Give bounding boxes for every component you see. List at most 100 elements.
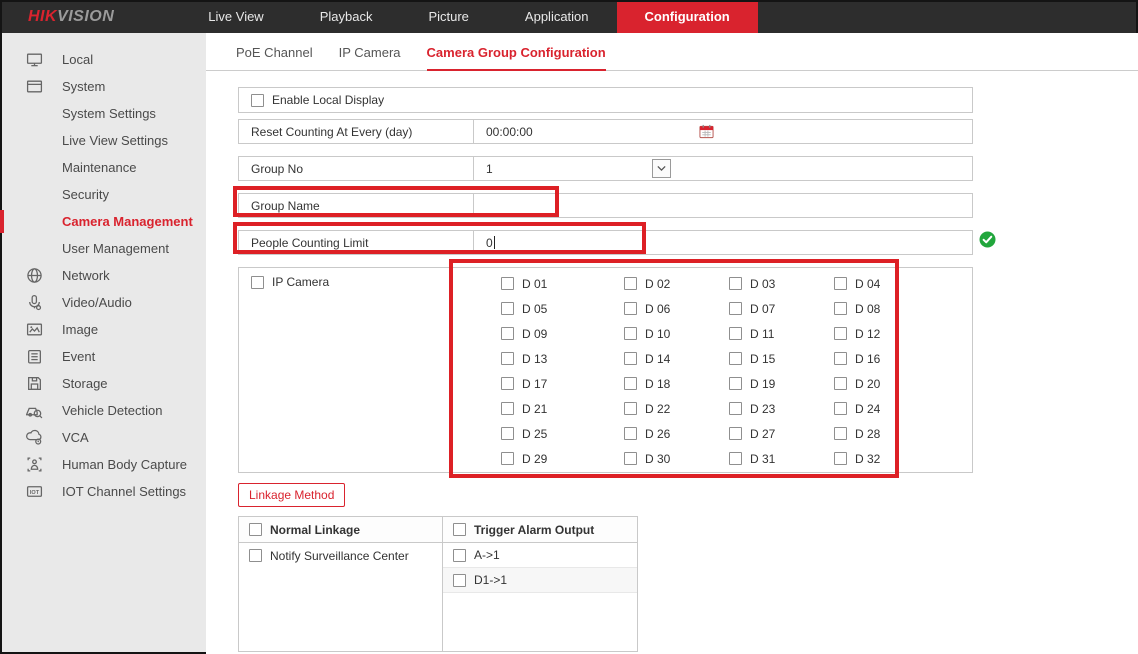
channel-checkbox-d-24[interactable] xyxy=(834,402,847,415)
sidebar-item-user-management[interactable]: User Management xyxy=(0,235,206,262)
channel-checkbox-d-16[interactable] xyxy=(834,352,847,365)
sidebar-item-iot-channel-settings[interactable]: IOTIOT Channel Settings xyxy=(0,478,206,505)
channel-label: D 04 xyxy=(855,277,880,291)
channel-checkbox-d-31[interactable] xyxy=(729,452,742,465)
nav-item-picture[interactable]: Picture xyxy=(400,0,496,33)
group-name-input[interactable] xyxy=(474,194,972,217)
channel-item-d-26: D 26 xyxy=(624,421,729,446)
channel-item-d-06: D 06 xyxy=(624,296,729,321)
channel-checkbox-d-19[interactable] xyxy=(729,377,742,390)
ip-camera-checkbox[interactable] xyxy=(251,276,264,289)
sidebar-item-camera-management[interactable]: Camera Management xyxy=(0,208,206,235)
channel-item-d-21: D 21 xyxy=(501,396,624,421)
sidebar-item-system[interactable]: System xyxy=(0,73,206,100)
sidebar-item-live-view-settings[interactable]: Live View Settings xyxy=(0,127,206,154)
sidebar-item-security[interactable]: Security xyxy=(0,181,206,208)
alarm-output-checkbox-d1-1[interactable] xyxy=(453,574,466,587)
image-icon xyxy=(26,321,43,338)
channel-label: D 24 xyxy=(855,402,880,416)
content: Enable Local Display Reset Counting At E… xyxy=(206,71,1138,652)
sidebar-item-event[interactable]: Event xyxy=(0,343,206,370)
alarm-output-checkbox-a-1[interactable] xyxy=(453,549,466,562)
channel-item-d-01: D 01 xyxy=(501,271,624,296)
channel-checkbox-d-26[interactable] xyxy=(624,427,637,440)
channel-checkbox-d-25[interactable] xyxy=(501,427,514,440)
notify-surveillance-center-checkbox[interactable] xyxy=(249,549,262,562)
normal-linkage-checkbox[interactable] xyxy=(249,523,262,536)
channel-checkbox-d-13[interactable] xyxy=(501,352,514,365)
channel-label: D 30 xyxy=(645,452,670,466)
channel-checkbox-d-22[interactable] xyxy=(624,402,637,415)
sidebar-item-label: Video/Audio xyxy=(62,295,132,310)
linkage-method-button[interactable]: Linkage Method xyxy=(238,483,345,507)
sidebar-item-local[interactable]: Local xyxy=(0,46,206,73)
channel-checkbox-d-17[interactable] xyxy=(501,377,514,390)
channel-label: D 22 xyxy=(645,402,670,416)
channel-checkbox-d-08[interactable] xyxy=(834,302,847,315)
channel-checkbox-d-32[interactable] xyxy=(834,452,847,465)
reset-counting-value[interactable]: 00:00:00 xyxy=(486,125,533,139)
channel-checkbox-d-29[interactable] xyxy=(501,452,514,465)
tab-bar: PoE Channel IP Camera Camera Group Configu… xyxy=(206,33,1138,71)
channel-checkbox-d-02[interactable] xyxy=(624,277,637,290)
enable-local-display-checkbox[interactable] xyxy=(251,94,264,107)
alarm-output-row-a-1: A->1 xyxy=(443,543,637,568)
sidebar-item-image[interactable]: Image xyxy=(0,316,206,343)
sidebar-item-video-audio[interactable]: Video/Audio xyxy=(0,289,206,316)
trigger-alarm-output-checkbox[interactable] xyxy=(453,523,466,536)
sidebar-item-vehicle-detection[interactable]: Vehicle Detection xyxy=(0,397,206,424)
channel-item-d-27: D 27 xyxy=(729,421,834,446)
channel-item-d-19: D 19 xyxy=(729,371,834,396)
nav-item-application[interactable]: Application xyxy=(497,0,617,33)
channel-item-d-09: D 09 xyxy=(501,321,624,346)
channel-checkbox-d-15[interactable] xyxy=(729,352,742,365)
channel-checkbox-d-18[interactable] xyxy=(624,377,637,390)
sidebar-item-maintenance[interactable]: Maintenance xyxy=(0,154,206,181)
channel-checkbox-d-30[interactable] xyxy=(624,452,637,465)
sidebar-item-vca[interactable]: VCA xyxy=(0,424,206,451)
channel-checkbox-d-05[interactable] xyxy=(501,302,514,315)
sidebar-item-storage[interactable]: Storage xyxy=(0,370,206,397)
channel-label: D 31 xyxy=(750,452,775,466)
channel-checkbox-d-01[interactable] xyxy=(501,277,514,290)
chevron-down-icon[interactable] xyxy=(652,159,671,178)
channel-checkbox-d-06[interactable] xyxy=(624,302,637,315)
channel-checkbox-d-28[interactable] xyxy=(834,427,847,440)
channel-checkbox-d-14[interactable] xyxy=(624,352,637,365)
channel-checkbox-d-12[interactable] xyxy=(834,327,847,340)
nav-item-live-view[interactable]: Live View xyxy=(180,0,291,33)
channel-checkbox-d-20[interactable] xyxy=(834,377,847,390)
sidebar-item-human-body-capture[interactable]: Human Body Capture xyxy=(0,451,206,478)
channel-label: D 10 xyxy=(645,327,670,341)
channel-checkbox-d-09[interactable] xyxy=(501,327,514,340)
system-icon xyxy=(26,78,43,95)
reset-counting-value-cell[interactable]: 00:00:00 xyxy=(474,120,972,143)
alarm-output-label: D1->1 xyxy=(474,573,507,587)
channel-checkbox-d-07[interactable] xyxy=(729,302,742,315)
channel-item-d-12: D 12 xyxy=(834,321,939,346)
group-no-select[interactable]: 1 xyxy=(474,157,972,180)
tab-camera-group-configuration[interactable]: Camera Group Configuration xyxy=(427,45,606,71)
channel-label: D 18 xyxy=(645,377,670,391)
channel-checkbox-d-21[interactable] xyxy=(501,402,514,415)
channel-checkbox-d-04[interactable] xyxy=(834,277,847,290)
group-no-row: Group No 1 xyxy=(238,156,973,181)
people-counting-limit-row: People Counting Limit 0 xyxy=(238,230,973,255)
tab-poe-channel[interactable]: PoE Channel xyxy=(236,45,313,71)
nav-item-configuration[interactable]: Configuration xyxy=(617,0,758,33)
calendar-icon[interactable] xyxy=(699,124,714,139)
channel-checkbox-d-10[interactable] xyxy=(624,327,637,340)
tab-ip-camera[interactable]: IP Camera xyxy=(339,45,401,71)
alarm-output-label: A->1 xyxy=(474,548,500,562)
sidebar-item-system-settings[interactable]: System Settings xyxy=(0,100,206,127)
people-counting-limit-input[interactable]: 0 xyxy=(474,231,972,254)
channel-item-d-10: D 10 xyxy=(624,321,729,346)
channel-checkbox-d-23[interactable] xyxy=(729,402,742,415)
sidebar-item-network[interactable]: Network xyxy=(0,262,206,289)
channel-checkbox-d-11[interactable] xyxy=(729,327,742,340)
microphone-icon xyxy=(26,294,43,311)
channel-checkbox-d-03[interactable] xyxy=(729,277,742,290)
channel-checkbox-d-27[interactable] xyxy=(729,427,742,440)
nav-item-playback[interactable]: Playback xyxy=(292,0,401,33)
channel-label: D 09 xyxy=(522,327,547,341)
